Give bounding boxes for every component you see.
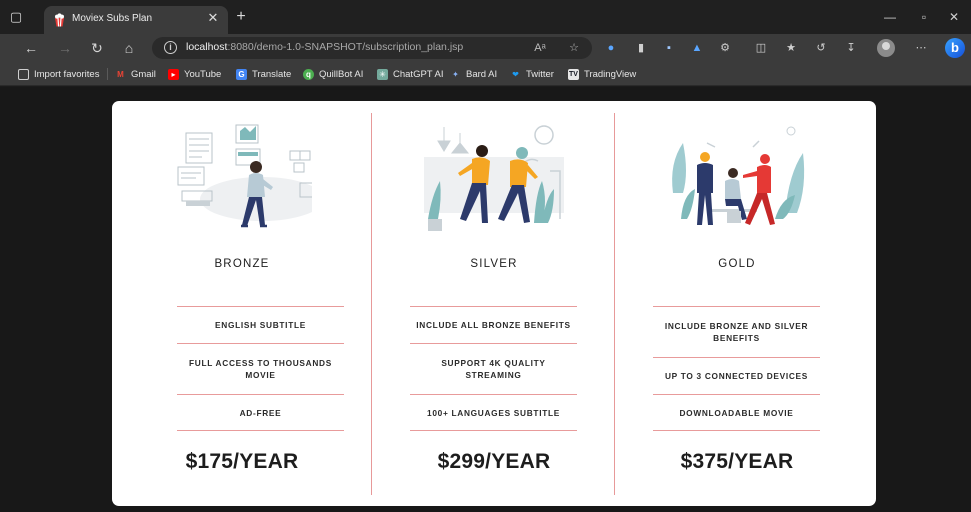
favorite-star-icon[interactable]: ☆ [566,40,582,56]
bookmark-item[interactable]: Import favorites [18,67,99,81]
person-dashboard-illustration [177,124,312,228]
gmail-icon: M [117,69,124,79]
translate-icon: G [236,68,247,80]
bookmark-item[interactable]: TV TradingView [568,67,636,81]
feature-item: 100+ LANGUAGES SUBTITLE [410,394,577,431]
bookmark-label: Gmail [131,68,156,80]
team-meeting-illustration [672,126,805,225]
read-aloud-icon[interactable]: Aᵃ [532,40,548,56]
extensions-puzzle-icon[interactable]: ⚙ [716,39,734,57]
bookmark-item[interactable]: M Gmail [115,67,156,81]
url-host: localhost [186,41,228,53]
bookmark-item[interactable]: ❤ Twitter [510,67,554,81]
url-path: :8080/demo-1.0-SNAPSHOT/subscription_pla… [227,41,464,53]
plan-price: $299/YEAR [437,450,551,473]
downloads-icon[interactable]: ↧ [842,39,860,57]
plan-name: GOLD [718,258,756,270]
tab-title: Moviex Subs Plan [72,13,153,24]
tab-actions-icon[interactable]: ▢ [8,9,24,25]
feature-item: INCLUDE ALL BRONZE BENEFITS [410,306,577,343]
feature-list: INCLUDE ALL BRONZE BENEFITS SUPPORT 4K Q… [410,306,577,431]
plan-bronze[interactable]: BRONZE ENGLISH SUBTITLE FULL ACCESS TO T… [122,101,362,506]
bookmark-label: TradingView [584,68,637,80]
feature-list: INCLUDE BRONZE AND SILVER BENEFITS UP TO… [653,306,820,431]
back-arrow-icon[interactable]: ← [22,39,40,57]
title-bar: ▢ Moviex Subs Plan ✕ + — ▫ ✕ [0,0,971,34]
new-tab-icon[interactable]: + [233,9,249,25]
bookmark-label: Translate [252,68,292,80]
feature-list: ENGLISH SUBTITLE FULL ACCESS TO THOUSAND… [177,306,344,431]
address-bar[interactable]: i localhost:8080/demo-1.0-SNAPSHOT/subsc… [152,37,592,59]
close-tab-icon[interactable]: ✕ [206,11,220,25]
home-icon[interactable]: ⌂ [120,39,138,57]
bookmark-label: Twitter [526,68,554,80]
extension-icon[interactable]: ▪ [660,39,678,57]
popcorn-icon [55,13,64,27]
bookmarks-bar: Import favorites M Gmail ▸ YouTube G Transl… [0,62,971,86]
feature-item: FULL ACCESS TO THOUSANDS MOVIE [177,343,344,394]
feature-item: ENGLISH SUBTITLE [177,306,344,343]
plan-name: BRONZE [214,258,270,270]
import-icon [18,68,29,80]
feature-item: UP TO 3 CONNECTED DEVICES [653,357,820,394]
feature-item: DOWNLOADABLE MOVIE [653,394,820,431]
window-close-icon[interactable]: ✕ [944,8,964,26]
chatgpt-icon: ✳ [377,68,388,80]
tradingview-icon: TV [568,68,579,80]
restore-icon[interactable]: ▫ [914,8,934,26]
minimize-icon[interactable]: — [880,8,900,26]
bookmark-separator [107,68,108,80]
subscription-card: BRONZE ENGLISH SUBTITLE FULL ACCESS TO T… [112,101,876,506]
split-screen-icon[interactable]: ◫ [752,39,770,57]
plan-price: $375/YEAR [680,450,794,473]
browser-toolbar: ← → ↻ ⌂ i localhost:8080/demo-1.0-SNAPSH… [0,34,971,62]
bookmark-item[interactable]: ✳ ChatGPT AI [377,67,444,81]
bookmark-label: Bard AI [466,68,498,80]
two-people-walking-illustration [424,125,564,231]
plan-divider [614,113,615,495]
extension-icon[interactable]: ● [602,39,620,57]
bookmark-item[interactable]: ▸ YouTube [168,67,221,81]
bard-icon: ✦ [452,69,459,79]
bookmark-label: QuillBot AI [319,68,364,80]
page-viewport: BRONZE ENGLISH SUBTITLE FULL ACCESS TO T… [0,87,971,512]
bookmark-label: ChatGPT AI [393,68,444,80]
history-icon[interactable]: ↺ [812,39,830,57]
bookmark-label: YouTube [184,68,222,80]
bookmark-label: Import favorites [34,68,100,80]
bing-copilot-icon[interactable]: b [945,38,965,58]
favorites-icon[interactable]: ★ [782,39,800,57]
extension-icon[interactable]: ▮ [632,39,650,57]
twitter-icon: ❤ [512,69,519,79]
feature-item: INCLUDE BRONZE AND SILVER BENEFITS [653,306,820,357]
plan-price: $175/YEAR [185,450,299,473]
browser-tab[interactable]: Moviex Subs Plan ✕ [44,6,228,34]
feature-item: SUPPORT 4K QUALITY STREAMING [410,343,577,394]
plan-name: SILVER [470,258,518,270]
bookmark-item[interactable]: q QuillBot AI [303,67,363,81]
plan-silver[interactable]: SILVER INCLUDE ALL BRONZE BENEFITS SUPPO… [374,101,614,506]
youtube-icon: ▸ [168,68,179,80]
more-menu-icon[interactable]: ⋯ [912,39,930,57]
profile-avatar[interactable] [877,39,895,57]
quillbot-icon: q [303,68,314,80]
forward-arrow-icon[interactable]: → [56,39,74,57]
bookmark-item[interactable]: ✦ Bard AI [450,67,497,81]
feature-item: AD-FREE [177,394,344,431]
url-text[interactable]: localhost:8080/demo-1.0-SNAPSHOT/subscri… [186,41,463,53]
extension-icon[interactable]: ▲ [688,39,706,57]
bookmark-item[interactable]: G Translate [236,67,291,81]
site-info-icon[interactable]: i [164,41,177,54]
refresh-icon[interactable]: ↻ [88,39,106,57]
plan-gold[interactable]: GOLD INCLUDE BRONZE AND SILVER BENEFITS … [617,101,857,506]
plan-divider [371,113,372,495]
